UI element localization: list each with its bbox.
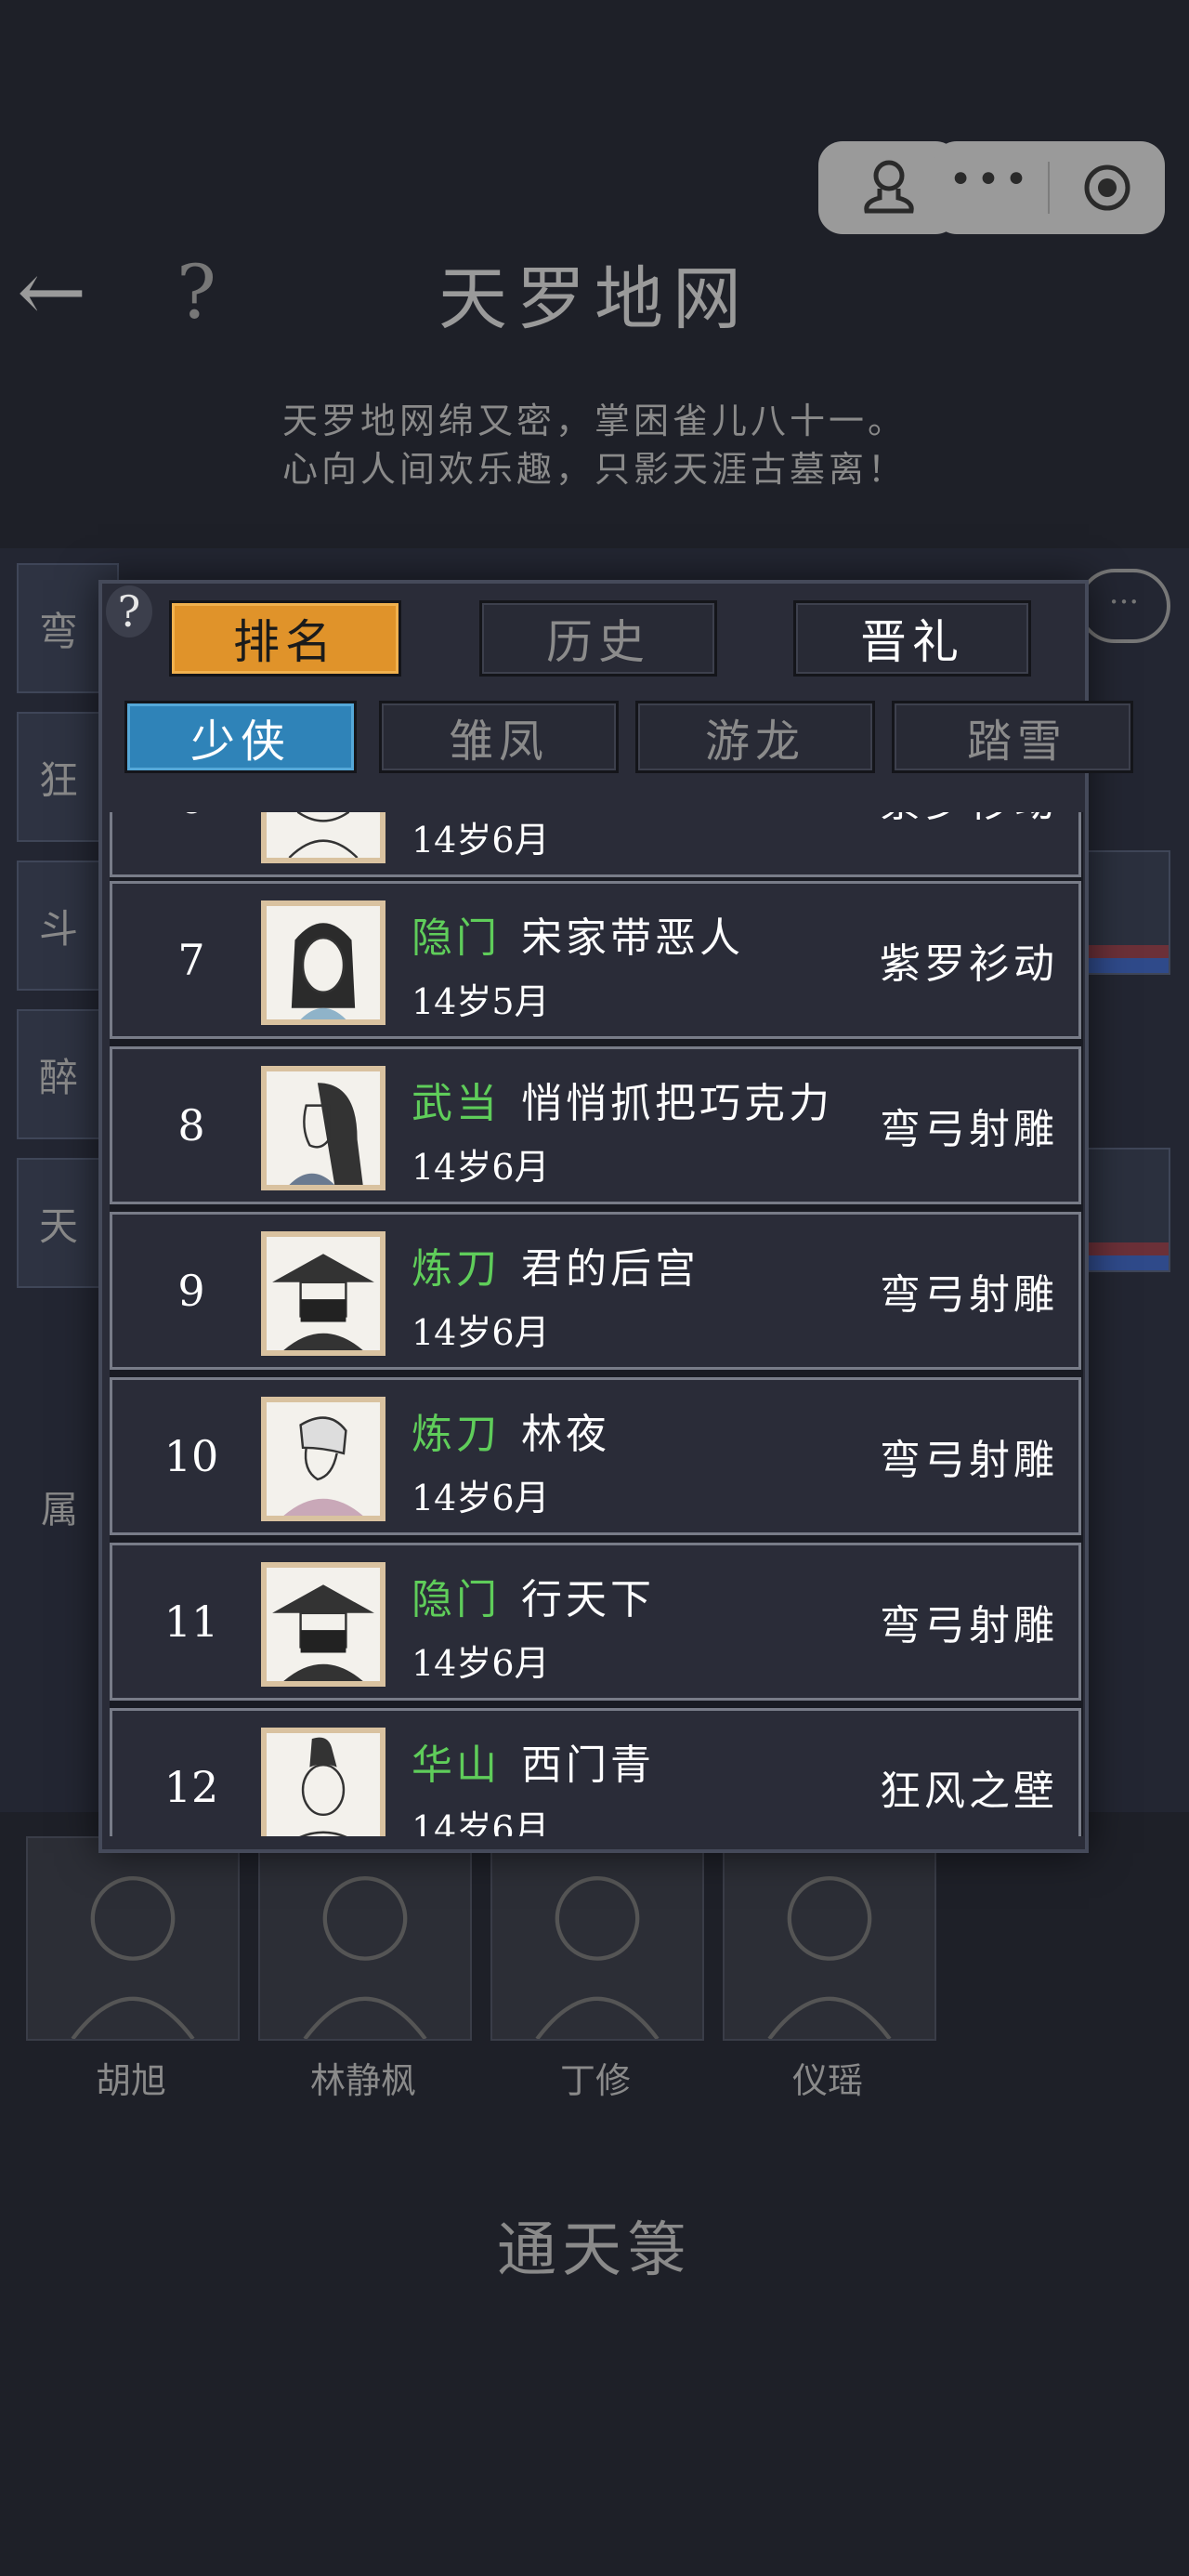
table-row[interactable]: 11 隐门 行天下 14岁6月 弯弓射雕 <box>110 1543 1081 1701</box>
table-row[interactable]: 9 炼刀 君的后宫 14岁6月 弯弓射雕 <box>110 1212 1081 1370</box>
player-avatar <box>261 1066 385 1190</box>
portrait-name: 丁修 <box>559 2060 631 2101</box>
tab-chufeng[interactable]: 雏凤 <box>379 701 619 773</box>
tab-promotion[interactable]: 晋礼 <box>793 600 1031 677</box>
portrait-name: 林静枫 <box>309 2060 416 2101</box>
player-age: 14岁6月 <box>412 1808 550 1836</box>
player-sect: 炼刀 <box>412 1245 501 1293</box>
player-avatar <box>261 1728 385 1836</box>
player-rank-title: 弯弓射雕 <box>880 1271 1058 1319</box>
tab-ranking[interactable]: 排名 <box>169 600 401 677</box>
player-sect: 隐门 <box>412 914 501 962</box>
rank-number: 8 <box>177 1100 205 1150</box>
rank-number: 12 <box>163 1762 219 1812</box>
attribute-label: 属 <box>41 1489 78 1531</box>
player-age: 14岁5月 <box>412 981 550 1022</box>
player-rank-title: 狂风之壁 <box>880 1768 1058 1815</box>
player-avatar <box>261 812 385 863</box>
portrait-name: 仪瑶 <box>791 2060 863 2101</box>
player-rank-title: 弯弓射雕 <box>880 1602 1058 1649</box>
more-button[interactable]: ••• <box>933 141 1048 234</box>
player-name: 君的后宫 <box>521 1245 699 1293</box>
page-title: 天罗地网 <box>438 259 751 339</box>
tab-shaoxia[interactable]: 少侠 <box>124 701 357 773</box>
portrait-name: 胡旭 <box>95 2060 166 2101</box>
player-avatar <box>261 900 385 1025</box>
more-icon: ••• <box>948 156 1032 204</box>
character-portrait[interactable] <box>723 1836 936 2041</box>
player-age: 14岁6月 <box>412 820 550 861</box>
table-row[interactable]: 6 14岁6月 紫罗衫动 <box>110 812 1081 877</box>
player-sect: 隐门 <box>412 1576 501 1623</box>
tab-history[interactable]: 历史 <box>479 600 717 677</box>
character-portrait[interactable] <box>26 1836 240 2041</box>
close-miniprogram-button[interactable] <box>1050 141 1165 234</box>
player-age: 14岁6月 <box>412 1478 550 1518</box>
player-rank-title: 紫罗衫动 <box>880 812 1058 874</box>
player-age: 14岁6月 <box>412 1147 550 1188</box>
chat-icon[interactable]: ··· <box>1078 569 1170 643</box>
rank-number: 7 <box>177 935 205 985</box>
player-avatar <box>261 1231 385 1356</box>
player-name: 林夜 <box>521 1411 610 1458</box>
ranking-list[interactable]: 6 14岁6月 紫罗衫动 7 隐门 宋家带恶人 14岁5月 紫罗衫动 8 武当 <box>110 812 1083 1836</box>
player-name: 悄悄抓把巧克力 <box>521 1080 833 1127</box>
rank-number: 6 <box>112 812 270 874</box>
capsule-menu: ••• <box>933 141 1165 234</box>
table-row[interactable]: 12 华山 西门青 14岁6月 狂风之壁 <box>110 1708 1081 1836</box>
player-sect: 炼刀 <box>412 1411 501 1458</box>
tab-taxue[interactable]: 踏雪 <box>892 701 1133 773</box>
user-icon <box>864 160 914 214</box>
character-portrait[interactable] <box>258 1836 472 2041</box>
player-name: 行天下 <box>521 1576 655 1623</box>
bottom-label: 通天箓 <box>497 2216 692 2285</box>
player-rank-title: 紫罗衫动 <box>880 940 1058 988</box>
table-row[interactable]: 8 武当 悄悄抓把巧克力 14岁6月 弯弓射雕 <box>110 1046 1081 1204</box>
player-age: 14岁6月 <box>412 1312 550 1353</box>
player-name: 宋家带恶人 <box>521 914 744 962</box>
tab-youlong[interactable]: 游龙 <box>635 701 875 773</box>
player-avatar <box>261 1397 385 1521</box>
character-portrait[interactable] <box>490 1836 704 2041</box>
target-icon <box>1084 164 1130 211</box>
player-sect: 武当 <box>412 1080 501 1127</box>
player-sect: 华山 <box>412 1741 501 1789</box>
player-age: 14岁6月 <box>412 1643 550 1684</box>
player-rank-title: 弯弓射雕 <box>880 1437 1058 1484</box>
rank-number: 11 <box>163 1597 219 1647</box>
ranking-dialog: ? 排名 历史 晋礼 少侠 雏凤 游龙 踏雪 6 14岁6月 紫罗衫动 7 隐门… <box>98 580 1133 1853</box>
rank-number: 9 <box>177 1266 205 1316</box>
poem-line-2: 心向人间欢乐趣，只影天涯古墓离！ <box>281 449 907 490</box>
rank-number: 10 <box>163 1431 219 1481</box>
table-row[interactable]: 7 隐门 宋家带恶人 14岁5月 紫罗衫动 <box>110 881 1081 1039</box>
poem-line-1: 天罗地网绵又密，掌困雀儿八十一。 <box>281 401 907 441</box>
player-rank-title: 弯弓射雕 <box>880 1106 1058 1153</box>
help-button[interactable]: ? <box>106 585 152 637</box>
player-avatar <box>261 1562 385 1687</box>
player-name: 西门青 <box>521 1741 655 1789</box>
table-row[interactable]: 10 炼刀 林夜 14岁6月 弯弓射雕 <box>110 1377 1081 1535</box>
